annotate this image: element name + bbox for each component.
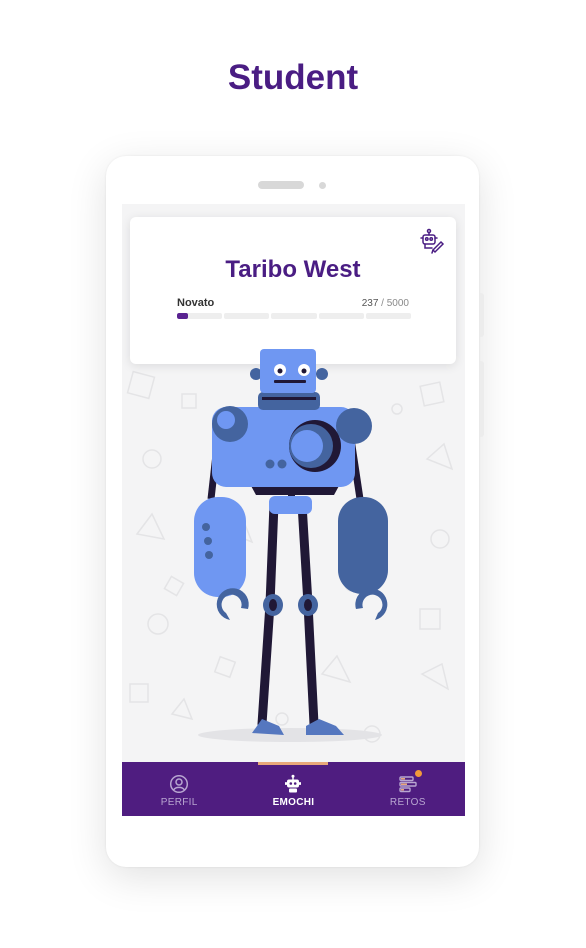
tab-emochi[interactable]: EMOCHI [236,762,350,816]
tab-emochi-label: EMOCHI [272,797,315,808]
tab-retos[interactable]: RETOS [351,762,465,816]
phone-camera [319,182,326,189]
tab-retos-label: RETOS [389,797,426,808]
bottom-tab-bar: PERFIL EMOCHI RETOS [122,762,465,816]
phone-side-button [480,293,484,337]
emochi-robot-avatar[interactable] [122,204,465,816]
tab-perfil-label: PERFIL [160,797,198,808]
phone-frame: Taribo West Novato 237 / 5000 PERFIL EMO… [106,156,484,867]
page-heading: Student [227,58,359,97]
notification-dot [414,770,422,777]
challenges-icon [399,776,417,793]
user-icon [170,774,189,794]
phone-speaker [258,181,304,189]
tab-perfil[interactable]: PERFIL [122,762,236,816]
app-screen: Taribo West Novato 237 / 5000 PERFIL EMO… [122,204,465,816]
phone-volume-button [480,361,484,437]
active-tab-indicator [258,762,329,765]
robot-icon [285,774,302,793]
